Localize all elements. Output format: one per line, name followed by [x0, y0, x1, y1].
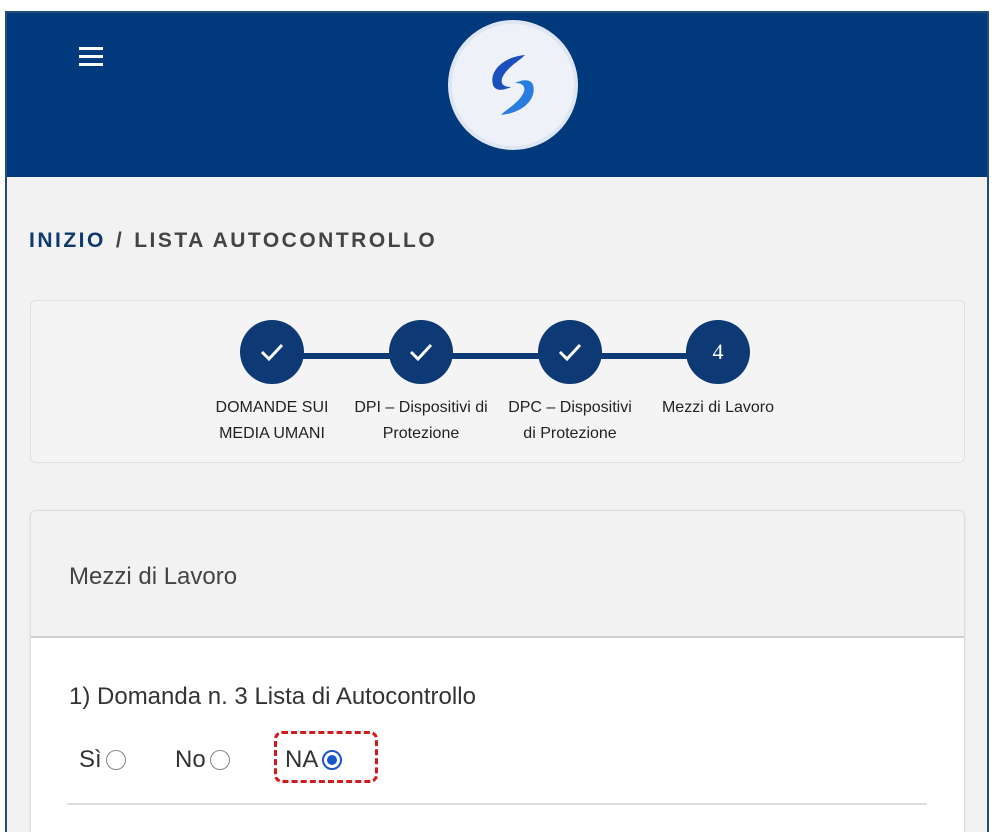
check-icon — [260, 343, 284, 362]
step-2-label: DPI – Dispositivi di Protezione — [354, 399, 488, 442]
app-frame: INIZIO / LISTA AUTOCONTROLLO 4 DOMANDE SUI… — [5, 11, 989, 832]
hamburger-menu-icon[interactable] — [79, 47, 105, 67]
option-si[interactable]: Sì — [79, 746, 126, 774]
step-4-label: Mezzi di Lavoro — [661, 399, 775, 416]
option-no-label: No — [175, 746, 206, 773]
option-na[interactable]: NA — [285, 746, 343, 774]
option-na-label: NA — [285, 746, 319, 773]
top-header — [7, 13, 987, 177]
breadcrumb: INIZIO / LISTA AUTOCONTROLLO — [29, 229, 437, 253]
option-si-label: Sì — [79, 746, 102, 773]
breadcrumb-current: LISTA AUTOCONTROLLO — [134, 229, 438, 252]
step-2-circle[interactable] — [389, 320, 453, 384]
app-logo[interactable] — [448, 20, 578, 150]
option-si-radio[interactable] — [105, 750, 126, 770]
question-text: 1) Domanda n. 3 Lista di Autocontrollo — [69, 683, 476, 710]
stepper-card — [30, 300, 965, 463]
section-title: Mezzi di Lavoro — [69, 563, 238, 590]
step-1-circle[interactable] — [240, 320, 304, 384]
check-icon — [409, 343, 433, 362]
step-4-circle[interactable]: 4 — [686, 320, 750, 384]
option-na-radio[interactable] — [322, 750, 343, 770]
stepper-connector — [267, 353, 717, 359]
breadcrumb-home-link[interactable]: INIZIO — [29, 229, 106, 252]
step-1-label: DOMANDE SUI MEDIA UMANI — [215, 399, 329, 442]
section-header: Mezzi di Lavoro — [31, 511, 964, 638]
step-3-label: DPC – Dispositivi di Protezione — [508, 399, 632, 442]
divider — [67, 803, 927, 805]
swirl-s-logo-icon — [492, 55, 534, 115]
option-no[interactable]: No — [175, 746, 230, 774]
step-3-circle[interactable] — [538, 320, 602, 384]
check-icon — [558, 343, 582, 362]
breadcrumb-separator: / — [115, 229, 125, 252]
option-no-radio[interactable] — [209, 750, 230, 770]
section-card: Mezzi di Lavoro 1) Domanda n. 3 Lista di… — [30, 510, 965, 832]
